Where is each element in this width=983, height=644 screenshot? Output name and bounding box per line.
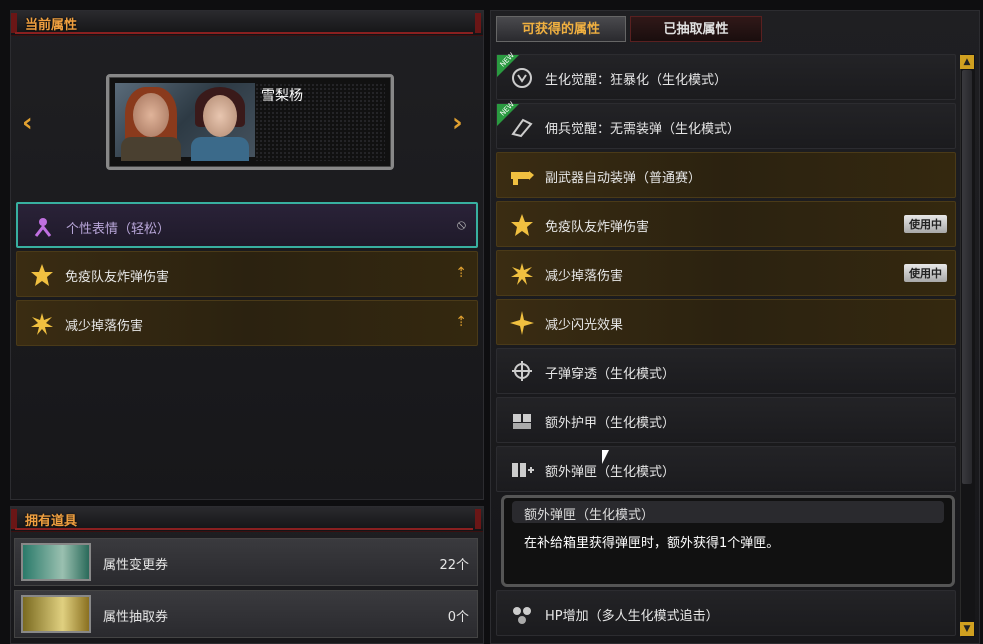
scroll-up-button[interactable]: ▲	[960, 55, 974, 69]
panel-title: 拥有道具	[25, 514, 78, 529]
item-count: 22个	[439, 558, 469, 573]
available-attribute-row[interactable]: NEW 生化觉醒：狂暴化（生化模式）	[496, 51, 956, 100]
item-label: 属性抽取券	[103, 610, 169, 625]
available-attribute-row[interactable]: NEW 佣兵觉醒：无需装弹（生化模式）	[496, 100, 956, 149]
fall-damage-icon	[511, 263, 533, 285]
attribute-tooltip: 额外弹匣（生化模式） 在补给箱里获得弹匣时，额外获得1个弹匣。	[501, 495, 955, 587]
rage-icon	[512, 68, 532, 88]
attribute-label: 副武器自动装弹（普通赛）	[545, 171, 702, 186]
no-reload-icon	[511, 118, 533, 138]
in-use-badge: 使用中	[904, 264, 947, 282]
panel-title: 当前属性	[25, 18, 78, 33]
next-character-button[interactable]: ›	[452, 108, 463, 138]
attribute-label: 减少闪光效果	[545, 318, 624, 333]
item-row[interactable]: 属性变更券 22个	[14, 538, 478, 586]
attribute-label: 减少掉落伤害	[545, 269, 624, 284]
attribute-label: 免疫队友炸弹伤害	[545, 220, 650, 235]
attribute-label: 免疫队友炸弹伤害	[65, 270, 170, 285]
hp-increase-icon	[513, 607, 531, 624]
attribute-label: 生化觉醒：狂暴化（生化模式）	[545, 73, 728, 88]
in-use-badge: 使用中	[904, 215, 947, 233]
mouse-cursor-icon	[602, 450, 609, 464]
current-attribute-row[interactable]: 减少掉落伤害 ⇡	[16, 300, 478, 346]
tooltip-title: 额外弹匣（生化模式）	[524, 508, 655, 523]
panel-header: 拥有道具	[11, 507, 483, 532]
forbidden-icon[interactable]: ⦸	[457, 217, 466, 233]
available-attribute-row[interactable]: 副武器自动装弹（普通赛）	[496, 152, 956, 198]
item-label: 属性变更券	[103, 558, 169, 573]
attribute-label: 额外弹匣（生化模式）	[545, 465, 676, 480]
fall-damage-icon	[31, 313, 53, 335]
available-attribute-row[interactable]: 减少闪光效果	[496, 299, 956, 345]
character-image	[115, 83, 255, 161]
emote-icon	[34, 218, 52, 237]
item-count: 0个	[447, 610, 469, 625]
tab-available-attributes[interactable]: 可获得的属性	[496, 16, 626, 42]
remove-attribute-icon[interactable]: ⇡	[455, 314, 467, 330]
available-attribute-row[interactable]: 免疫队友炸弹伤害 使用中	[496, 201, 956, 247]
tooltip-description: 在补给箱里获得弹匣时，额外获得1个弹匣。	[524, 536, 780, 551]
attribute-label: 额外护甲（生化模式）	[545, 416, 676, 431]
change-ticket-icon	[21, 543, 91, 581]
attribute-label: HP增加（多人生化模式追击）	[545, 609, 719, 624]
current-attribute-row[interactable]: 个性表情（轻松） ⦸	[16, 202, 478, 248]
penetration-icon	[512, 361, 532, 381]
available-attribute-row[interactable]: 减少掉落伤害 使用中	[496, 250, 956, 296]
attribute-label: 减少掉落伤害	[65, 319, 144, 334]
prev-character-button[interactable]: ‹	[22, 108, 33, 138]
flash-reduce-icon	[510, 311, 534, 335]
extra-magazine-icon	[512, 463, 534, 477]
character-name: 雪梨杨	[261, 88, 303, 104]
character-portrait: 雪梨杨	[106, 74, 394, 170]
scroll-down-button[interactable]: ▼	[960, 622, 974, 636]
explosion-immune-icon	[511, 214, 533, 236]
attribute-label: 个性表情（轻松）	[66, 222, 171, 237]
available-attribute-row[interactable]: 额外弹匣（生化模式）	[496, 446, 956, 492]
available-attribute-row[interactable]: HP增加（多人生化模式追击）	[496, 590, 956, 636]
panel-header: 当前属性	[11, 11, 483, 36]
extract-ticket-icon	[21, 595, 91, 633]
attribute-label: 佣兵觉醒：无需装弹（生化模式）	[545, 122, 741, 137]
available-attribute-row[interactable]: 额外护甲（生化模式）	[496, 397, 956, 443]
auto-reload-icon	[511, 171, 534, 185]
tab-extracted-attributes[interactable]: 已抽取属性	[630, 16, 762, 42]
scrollbar-thumb[interactable]	[962, 70, 972, 484]
current-attribute-row[interactable]: 免疫队友炸弹伤害 ⇡	[16, 251, 478, 297]
item-row[interactable]: 属性抽取券 0个	[14, 590, 478, 638]
attribute-label: 子弹穿透（生化模式）	[545, 367, 676, 382]
explosion-immune-icon	[31, 264, 53, 286]
available-attribute-row[interactable]: 子弹穿透（生化模式）	[496, 348, 956, 394]
armor-icon	[513, 414, 531, 429]
remove-attribute-icon[interactable]: ⇡	[455, 265, 467, 281]
